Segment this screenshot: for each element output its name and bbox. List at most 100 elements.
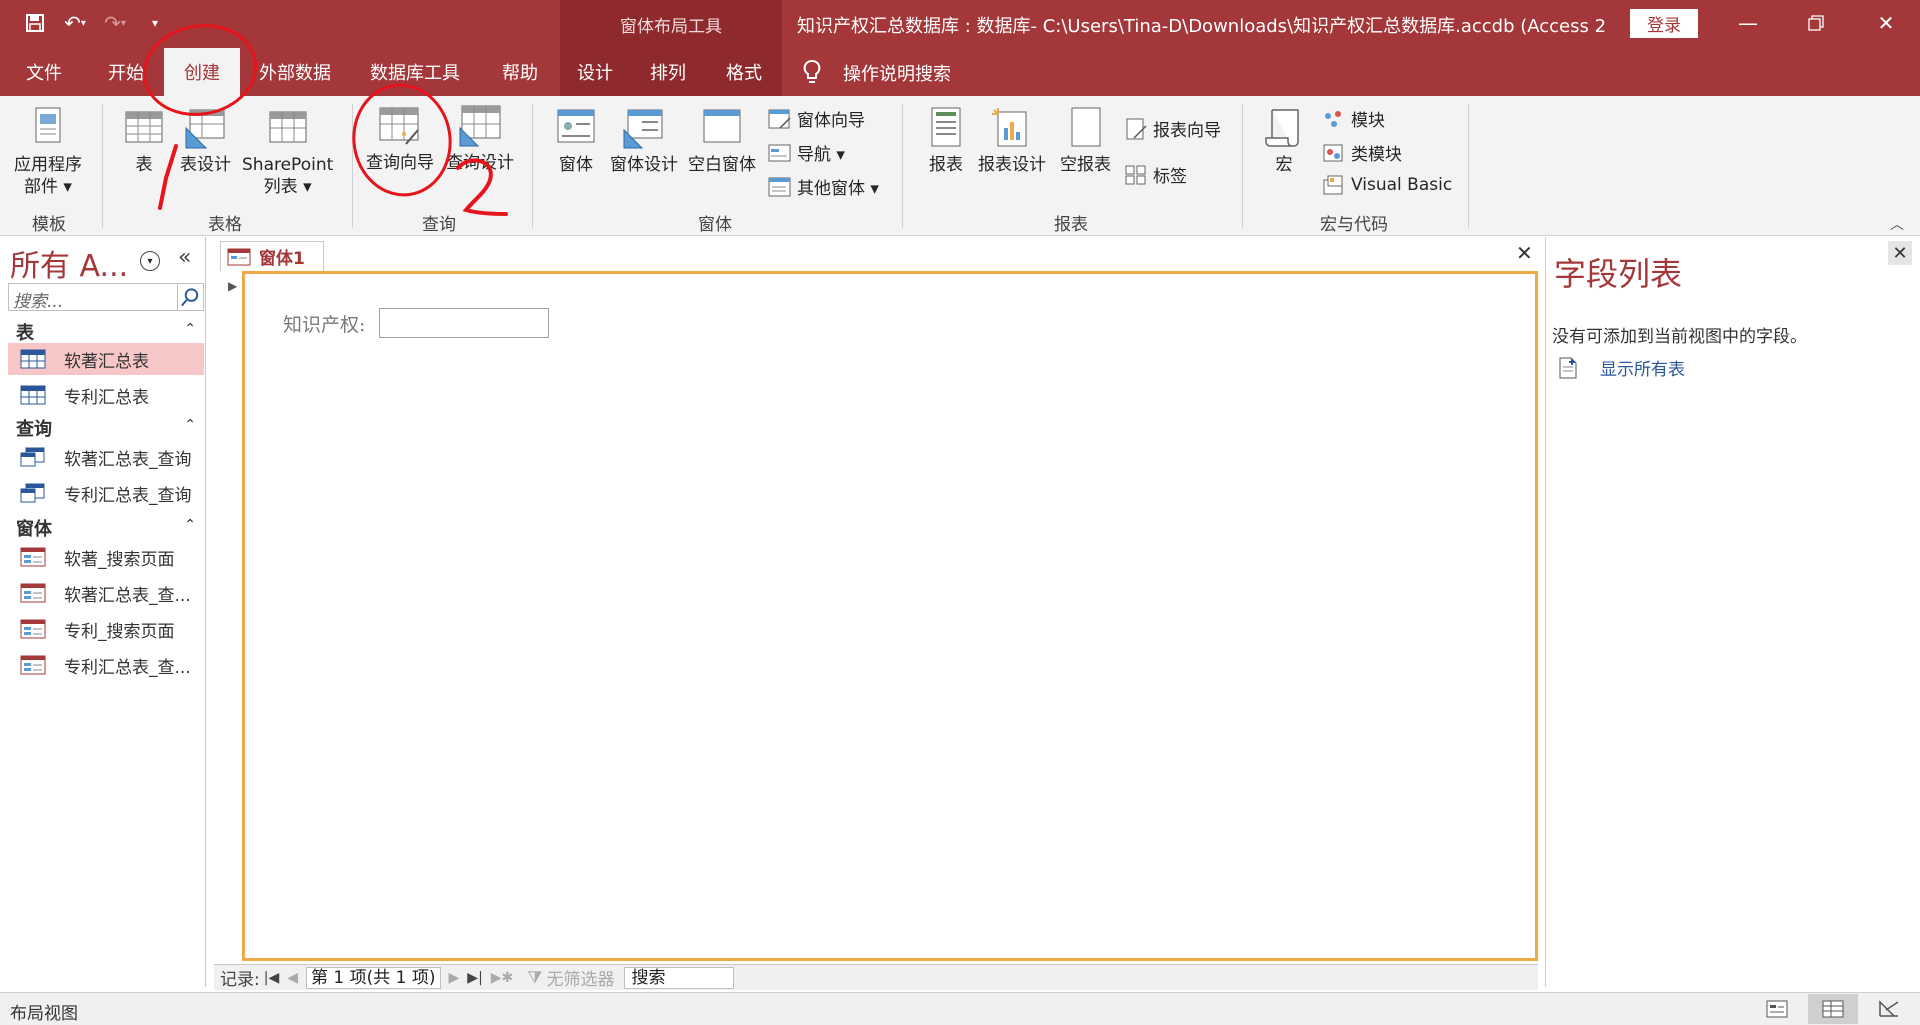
form-wizard-icon bbox=[768, 109, 791, 129]
save-icon[interactable] bbox=[20, 8, 50, 38]
module-button[interactable]: 模块 bbox=[1322, 106, 1385, 131]
report-label: 报表 bbox=[929, 155, 963, 175]
search-icon[interactable] bbox=[177, 284, 203, 310]
group-queries-label: 查询 bbox=[422, 215, 456, 235]
layout-view-icon[interactable] bbox=[1808, 994, 1858, 1024]
document-tab-form1[interactable]: 窗体1 bbox=[220, 241, 324, 271]
visual-basic-button[interactable]: Visual Basic bbox=[1322, 174, 1452, 196]
blank-report-label: 空报表 bbox=[1060, 155, 1111, 175]
blank-form-button[interactable]: 空白窗体 bbox=[688, 106, 756, 176]
sharepoint-list-icon bbox=[269, 111, 307, 143]
form-label: 窗体 bbox=[559, 155, 593, 175]
tell-me-search[interactable]: 操作说明搜索 bbox=[843, 60, 951, 86]
tab-help[interactable]: 帮助 bbox=[480, 48, 560, 96]
report-design-button[interactable]: 报表设计 bbox=[978, 106, 1046, 176]
sharepoint-lists-button[interactable]: SharePoint 列表 ▾ bbox=[242, 106, 333, 198]
shutter-bar-close-icon[interactable]: « bbox=[178, 245, 191, 270]
form-wizard-button[interactable]: 窗体向导 bbox=[768, 106, 865, 131]
nav-item-form[interactable]: 专利_搜索页面 bbox=[8, 613, 204, 645]
navigation-pane: 所有 A... ▾ « 搜索... 表 ⌃ 软著汇总表 专利汇总表 查询 ⌃ 软著汇… bbox=[0, 237, 206, 987]
undo-icon[interactable]: ↶ ▾ bbox=[60, 8, 90, 38]
tab-file[interactable]: 文件 bbox=[0, 48, 88, 96]
nav-item-form[interactable]: 专利汇总表_查... bbox=[8, 649, 204, 681]
report-wizard-label: 报表向导 bbox=[1153, 121, 1221, 141]
class-module-button[interactable]: 类模块 bbox=[1322, 140, 1402, 165]
form-layout-frame[interactable]: 知识产权: bbox=[242, 271, 1538, 961]
field-list-message: 没有可添加到当前视图中的字段。 bbox=[1552, 327, 1807, 347]
nav-section-forms[interactable]: 窗体 ⌃ bbox=[16, 515, 196, 541]
close-pane-icon[interactable]: ✕ bbox=[1888, 241, 1912, 265]
tab-database-tools[interactable]: 数据库工具 bbox=[350, 48, 480, 96]
first-record-icon[interactable]: |◀ bbox=[264, 970, 279, 986]
design-view-icon[interactable] bbox=[1864, 994, 1914, 1024]
form-design-button[interactable]: 窗体设计 bbox=[610, 106, 678, 176]
class-module-label: 类模块 bbox=[1351, 145, 1402, 165]
query-icon bbox=[20, 447, 45, 467]
tab-external-data[interactable]: 外部数据 bbox=[240, 48, 350, 96]
tab-arrange[interactable]: 排列 bbox=[630, 48, 706, 96]
app-parts-button[interactable]: 应用程序 部件 ▾ bbox=[14, 106, 82, 198]
close-window-icon[interactable]: ✕ bbox=[1866, 8, 1906, 38]
ribbon-separator bbox=[352, 104, 353, 228]
intellectual-property-input[interactable] bbox=[379, 308, 549, 338]
nav-search-input[interactable]: 搜索... bbox=[8, 283, 204, 312]
last-record-icon[interactable]: ▶| bbox=[467, 970, 482, 986]
show-all-tables-link[interactable]: 显示所有表 bbox=[1558, 355, 1685, 380]
title-bar: ↶ ▾ ↷ ▾ ▾ 窗体布局工具 知识产权汇总数据库 : 数据库- C:\Users… bbox=[0, 0, 1920, 48]
macro-label: 宏 bbox=[1275, 155, 1293, 175]
window-title: 知识产权汇总数据库 : 数据库- C:\Users\Tina-D\Downloa… bbox=[797, 16, 1607, 37]
nav-item-query[interactable]: 专利汇总表_查询 bbox=[8, 477, 204, 509]
tab-format[interactable]: 格式 bbox=[706, 48, 782, 96]
labels-button[interactable]: 标签 bbox=[1124, 162, 1187, 187]
form-icon bbox=[20, 547, 46, 567]
visual-basic-label: Visual Basic bbox=[1351, 175, 1453, 195]
nav-section-tables[interactable]: 表 ⌃ bbox=[16, 319, 196, 345]
nav-item-label: 专利_搜索页面 bbox=[64, 621, 175, 642]
blank-report-button[interactable]: 空报表 bbox=[1060, 106, 1111, 176]
table-design-button[interactable]: 表设计 bbox=[180, 106, 231, 176]
nav-item-form[interactable]: 软著汇总表_查... bbox=[8, 577, 204, 609]
previous-record-icon[interactable]: ◀ bbox=[287, 970, 298, 986]
form-view-icon[interactable] bbox=[1752, 994, 1802, 1024]
close-document-icon[interactable]: ✕ bbox=[1516, 241, 1533, 265]
redo-icon[interactable]: ↷ ▾ bbox=[100, 8, 130, 38]
table-design-icon bbox=[185, 109, 224, 149]
customize-qat-icon[interactable]: ▾ bbox=[140, 8, 170, 38]
nav-item-label: 专利汇总表_查询 bbox=[64, 485, 192, 506]
nav-section-queries[interactable]: 查询 ⌃ bbox=[16, 415, 196, 441]
nav-item-table[interactable]: 专利汇总表 bbox=[8, 379, 204, 411]
nav-pane-title[interactable]: 所有 A... bbox=[10, 241, 128, 285]
status-view-label: 布局视图 bbox=[10, 1004, 78, 1024]
record-selector-icon[interactable]: ▶ bbox=[228, 279, 237, 293]
current-record-field[interactable]: 第 1 项(共 1 项) bbox=[306, 966, 441, 989]
restore-icon[interactable] bbox=[1796, 8, 1836, 38]
query-wizard-button[interactable]: 查询向导 bbox=[366, 104, 434, 174]
nav-item-query[interactable]: 软著汇总表_查询 bbox=[8, 441, 204, 473]
tab-home[interactable]: 开始 bbox=[88, 48, 164, 96]
next-record-icon[interactable]: ▶ bbox=[449, 970, 460, 986]
filter-status[interactable]: 无筛选器 bbox=[546, 965, 614, 990]
login-button[interactable]: 登录 bbox=[1630, 9, 1698, 38]
nav-item-table[interactable]: 软著汇总表 bbox=[8, 343, 204, 375]
navigation-button[interactable]: 导航 ▾ bbox=[768, 140, 845, 165]
context-tools-label: 窗体布局工具 bbox=[560, 0, 782, 48]
tab-create[interactable]: 创建 bbox=[164, 48, 240, 96]
sharepoint-label: SharePoint 列表 ▾ bbox=[242, 155, 334, 197]
report-design-label: 报表设计 bbox=[978, 155, 1046, 175]
more-forms-button[interactable]: 其他窗体 ▾ bbox=[768, 174, 879, 199]
new-record-icon[interactable]: ▶✱ bbox=[491, 970, 514, 986]
nav-item-form[interactable]: 软著_搜索页面 bbox=[8, 541, 204, 573]
form-button[interactable]: 窗体 bbox=[554, 106, 598, 176]
tab-design[interactable]: 设计 bbox=[560, 48, 630, 96]
collapse-ribbon-icon[interactable]: ︿ bbox=[1890, 214, 1904, 234]
query-design-button[interactable]: 查询设计 bbox=[446, 104, 514, 174]
form-design-label: 窗体设计 bbox=[610, 155, 678, 175]
record-search-input[interactable]: 搜索 bbox=[624, 966, 735, 989]
field-list-title: 字段列表 bbox=[1554, 255, 1683, 293]
nav-menu-dropdown-icon[interactable]: ▾ bbox=[140, 251, 160, 271]
minimize-icon[interactable]: — bbox=[1728, 8, 1768, 38]
report-wizard-button[interactable]: 报表向导 bbox=[1124, 116, 1221, 141]
macro-button[interactable]: 宏 bbox=[1262, 106, 1306, 176]
table-button[interactable]: 表 bbox=[122, 106, 166, 176]
report-button[interactable]: 报表 bbox=[924, 106, 968, 176]
